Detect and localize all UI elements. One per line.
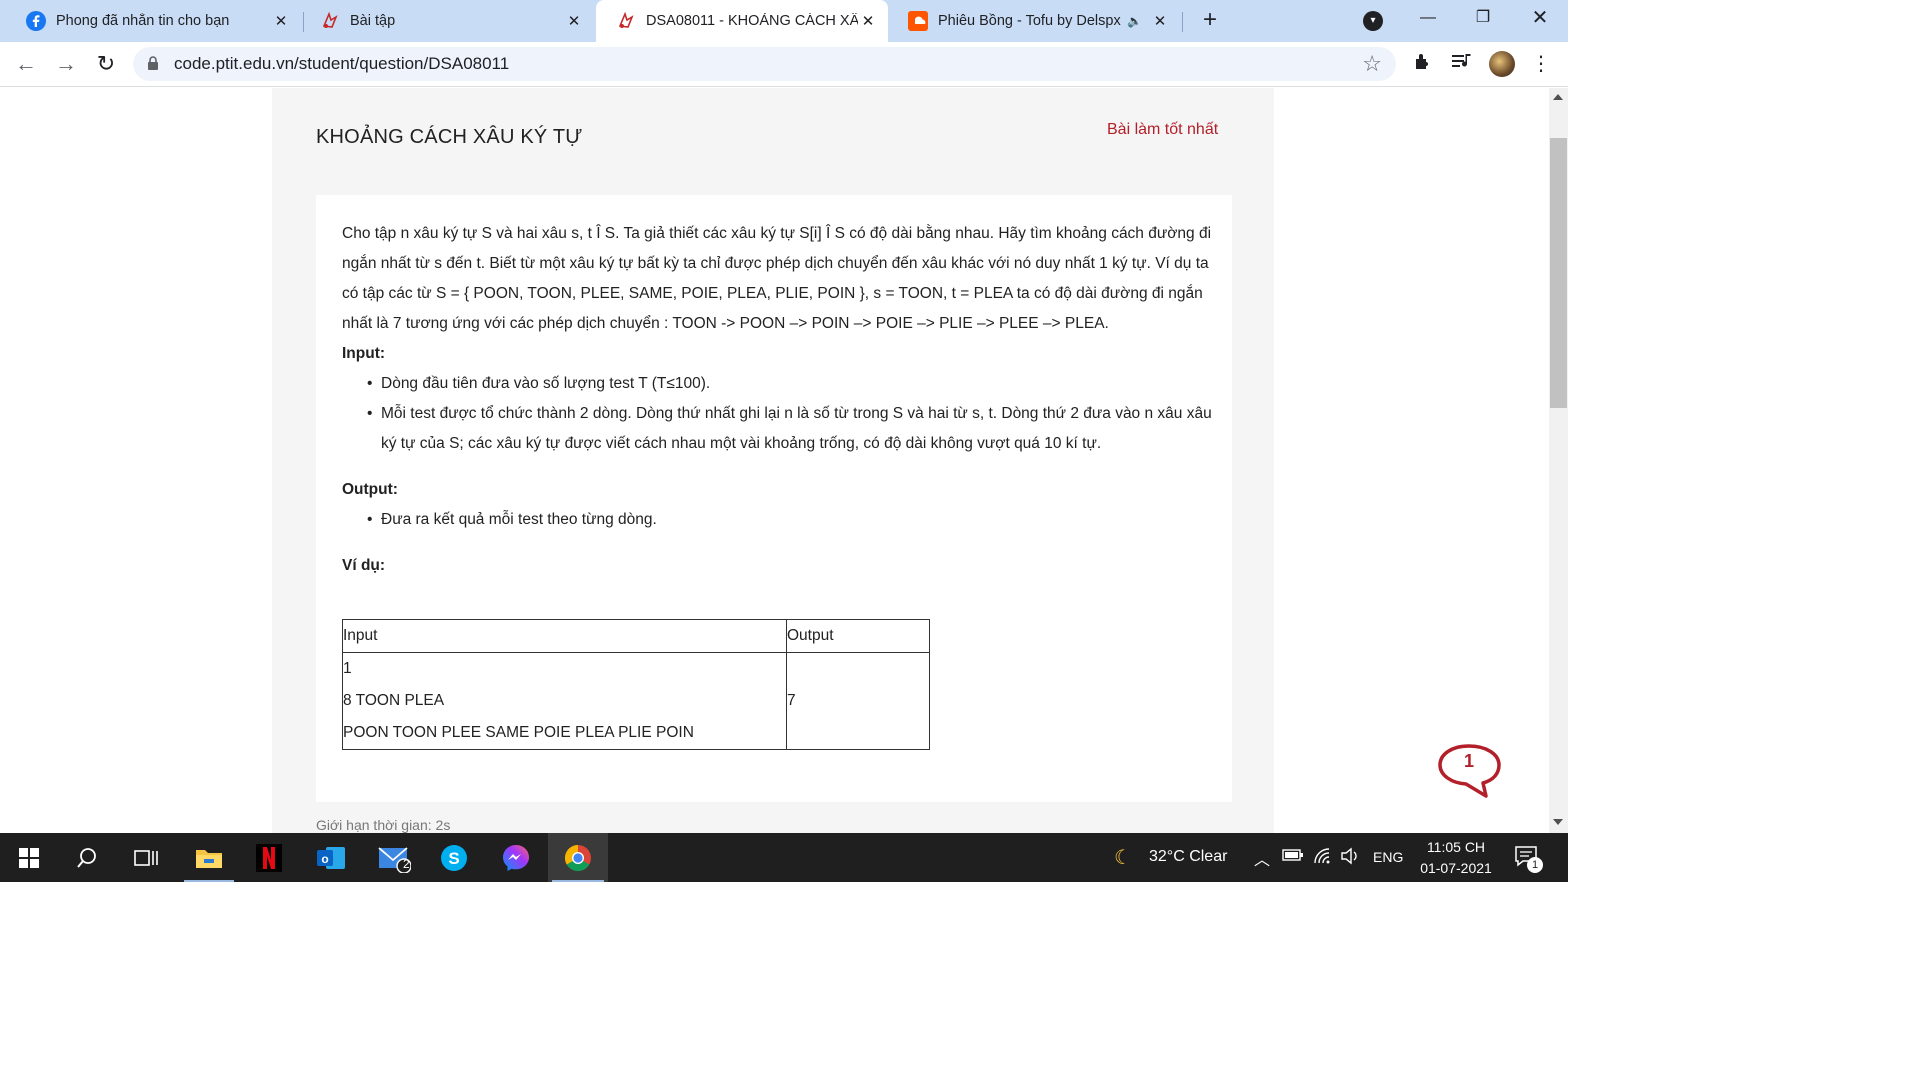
example-heading: Ví dụ:: [342, 557, 386, 574]
chrome-icon[interactable]: [548, 833, 608, 882]
problem-card: Cho tập n xâu ký tự S và hai xâu s, t Î …: [316, 195, 1232, 802]
problem-container: KHOẢNG CÁCH XÂU KÝ TỰ Bài làm tốt nhất C…: [272, 88, 1274, 833]
close-window-icon[interactable]: ✕: [1520, 4, 1560, 32]
ptit-icon: [616, 11, 636, 31]
problem-statement: Cho tập n xâu ký tự S và hai xâu s, t Î …: [342, 219, 1212, 581]
browser-toolbar: ← → ↻ code.ptit.edu.vn/student/question/…: [0, 42, 1568, 87]
best-submission-link[interactable]: Bài làm tốt nhất: [1107, 121, 1218, 139]
file-explorer-icon[interactable]: [180, 833, 238, 882]
chat-bubble-icon[interactable]: 1: [1436, 742, 1502, 800]
close-tab-icon[interactable]: ✕: [858, 12, 878, 30]
outlook-icon[interactable]: o: [302, 833, 360, 882]
tab-separator: [1182, 12, 1183, 32]
show-hidden-icons-icon[interactable]: ︿: [1254, 846, 1270, 870]
input-line: 8 TOON PLEA: [343, 692, 445, 709]
chat-count: 1: [1464, 751, 1475, 771]
mail-badge: 2: [403, 857, 410, 871]
input-list: Dòng đầu tiên đưa vào số lượng test T (T…: [342, 369, 1212, 459]
output-heading: Output:: [342, 481, 398, 498]
forward-icon[interactable]: →: [52, 50, 80, 78]
tab-strip: Phong đã nhắn tin cho bạn ✕ Bài tập ✕ DS…: [0, 0, 1568, 42]
page-title: KHOẢNG CÁCH XÂU KÝ TỰ: [316, 126, 583, 148]
clock-date: 01-07-2021: [1420, 860, 1492, 876]
svg-text:o: o: [321, 852, 328, 866]
example-table: Input Output 1 8 TOON PLEA POON TOON PLE…: [342, 619, 930, 750]
url-text: code.ptit.edu.vn/student/question/DSA080…: [174, 54, 510, 73]
lock-icon: [147, 56, 159, 71]
task-view-icon[interactable]: [117, 833, 175, 882]
table-header-input: Input: [342, 619, 787, 653]
tab-title: Phiêu Bồng - Tofu by Delspx: [938, 13, 1121, 29]
table-row: 1 8 TOON PLEA POON TOON PLEE SAME POIE P…: [342, 652, 930, 750]
reload-icon[interactable]: ↻: [92, 50, 120, 78]
tab-dsa08011[interactable]: DSA08011 - KHOẢNG CÁCH XÂU ✕: [596, 0, 888, 42]
notification-center-icon[interactable]: 1: [1514, 845, 1544, 875]
tab-title: Phong đã nhắn tin cho bạn: [56, 13, 230, 29]
soundcloud-icon: [908, 11, 928, 31]
windows-taskbar: o 2 S ☾ 32°C Clear ︿ ENG 11:05 CH 01-07-…: [0, 833, 1568, 882]
scroll-down-icon[interactable]: [1553, 819, 1563, 825]
extensions-icon[interactable]: [1410, 51, 1436, 77]
output-list: Đưa ra kết quả mỗi test theo từng dòng.: [342, 505, 1212, 535]
netflix-icon[interactable]: [240, 833, 298, 882]
weather-text[interactable]: 32°C Clear: [1149, 848, 1227, 866]
bookmark-star-icon[interactable]: ☆: [1362, 51, 1382, 77]
profile-avatar[interactable]: [1489, 51, 1515, 77]
input-heading: Input:: [342, 345, 386, 362]
running-indicator: [184, 880, 234, 882]
search-icon[interactable]: [58, 833, 116, 882]
start-icon[interactable]: [0, 833, 58, 882]
clock-time: 11:05 CH: [1426, 839, 1486, 855]
list-item: Dòng đầu tiên đưa vào số lượng test T (T…: [367, 369, 1212, 399]
menu-kebab-icon[interactable]: ⋮: [1528, 51, 1554, 77]
tab-title: Bài tập: [350, 13, 396, 29]
notification-badge: 1: [1527, 857, 1543, 873]
minimize-icon[interactable]: —: [1408, 4, 1448, 32]
mail-icon[interactable]: 2: [365, 833, 423, 882]
scroll-thumb[interactable]: [1550, 138, 1567, 408]
close-tab-icon[interactable]: ✕: [564, 12, 584, 30]
running-indicator: [552, 880, 604, 882]
messenger-icon[interactable]: [487, 833, 545, 882]
tab-facebook[interactable]: Phong đã nhắn tin cho bạn ✕: [6, 0, 301, 42]
time-limit-text: Giới hạn thời gian: 2s: [316, 817, 451, 833]
moon-weather-icon: ☾: [1114, 847, 1132, 869]
tab-search-icon[interactable]: ▾: [1363, 11, 1383, 31]
facebook-icon: [26, 11, 46, 31]
back-icon[interactable]: ←: [12, 50, 40, 78]
address-bar[interactable]: code.ptit.edu.vn/student/question/DSA080…: [133, 47, 1396, 81]
problem-description: Cho tập n xâu ký tự S và hai xâu s, t Î …: [342, 225, 1212, 332]
input-line: 1: [343, 660, 352, 677]
system-clock[interactable]: 11:05 CH 01-07-2021: [1410, 837, 1502, 879]
table-header-output: Output: [786, 619, 930, 653]
ptit-icon: [320, 11, 340, 31]
example-output-cell: 7: [786, 652, 930, 750]
page-viewport: KHOẢNG CÁCH XÂU KÝ TỰ Bài làm tốt nhất C…: [0, 88, 1549, 833]
svg-text:S: S: [448, 849, 459, 868]
wifi-icon[interactable]: [1313, 847, 1333, 870]
scroll-up-icon[interactable]: [1553, 94, 1563, 100]
list-item: Mỗi test được tổ chức thành 2 dòng. Dòng…: [367, 399, 1212, 459]
restore-icon[interactable]: ❐: [1463, 4, 1503, 32]
close-tab-icon[interactable]: ✕: [271, 12, 291, 30]
battery-icon[interactable]: [1282, 848, 1304, 867]
table-header-row: Input Output: [342, 619, 930, 653]
input-line: POON TOON PLEE SAME POIE PLEA PLIE POIN: [343, 724, 694, 741]
media-control-icon[interactable]: [1449, 51, 1475, 77]
speaker-icon[interactable]: 🔈: [1127, 14, 1142, 28]
new-tab-button[interactable]: +: [1196, 6, 1224, 34]
page-scrollbar[interactable]: [1549, 88, 1568, 833]
list-item: Đưa ra kết quả mỗi test theo từng dòng.: [367, 505, 1212, 535]
close-tab-icon[interactable]: ✕: [1150, 12, 1170, 30]
example-input-cell: 1 8 TOON PLEA POON TOON PLEE SAME POIE P…: [342, 652, 787, 750]
tab-bai-tap[interactable]: Bài tập ✕: [300, 0, 594, 42]
tab-soundcloud[interactable]: Phiêu Bồng - Tofu by Delspx 🔈 ✕: [888, 0, 1180, 42]
volume-icon[interactable]: [1340, 846, 1360, 871]
tab-title: DSA08011 - KHOẢNG CÁCH XÂU: [646, 13, 858, 29]
language-indicator[interactable]: ENG: [1373, 849, 1403, 865]
output-line: 7: [787, 692, 796, 709]
skype-icon[interactable]: S: [425, 833, 483, 882]
